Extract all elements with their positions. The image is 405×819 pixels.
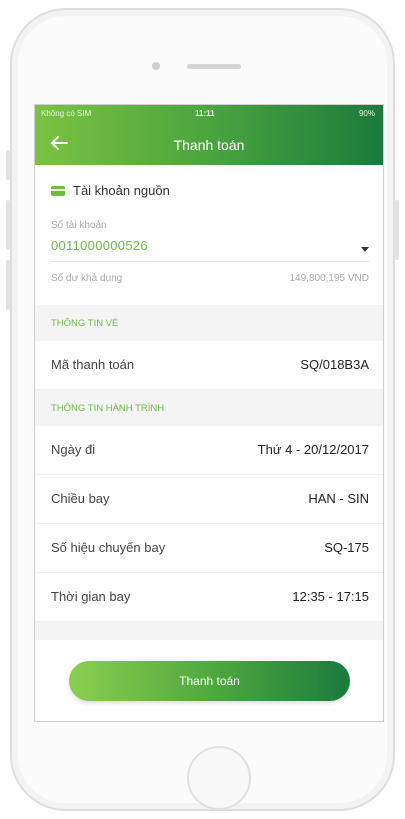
row-label: Thời gian bay	[51, 589, 131, 604]
section-gap	[35, 622, 383, 640]
power-button	[395, 200, 399, 260]
chevron-down-icon[interactable]	[361, 247, 369, 252]
flight-time-row: Thời gian bay 12:35 - 17:15	[35, 573, 383, 622]
card-icon	[51, 186, 65, 196]
row-label: Số hiệu chuyến bay	[51, 540, 166, 555]
balance-label: Số dư khả dụng	[51, 273, 123, 284]
app-screen: Không có SIM 11:11 90% Thanh toán Tài kh…	[34, 104, 384, 722]
flight-number-row: Số hiệu chuyến bay SQ-175	[35, 524, 383, 573]
row-label: Chiều bay	[51, 491, 110, 506]
payment-code-label: Mã thanh toán	[51, 357, 135, 372]
ticket-info-header: THÔNG TIN VÉ	[35, 305, 383, 341]
source-account-panel: Tài khoản nguồn Số tài khoản 00110000005…	[35, 165, 383, 305]
mute-switch	[6, 150, 10, 180]
row-value: HAN - SIN	[308, 491, 369, 506]
account-number-label: Số tài khoản	[51, 220, 107, 231]
page-title: Thanh toán	[173, 137, 245, 153]
app-header: Không có SIM 11:11 90% Thanh toán	[35, 105, 383, 165]
row-value: Thứ 4 - 20/12/2017	[257, 442, 369, 457]
volume-down-button	[6, 260, 10, 310]
payment-code-row: Mã thanh toán SQ/018B3A	[35, 341, 383, 390]
account-number-select[interactable]: 0011000000526	[51, 238, 148, 253]
source-account-title: Tài khoản nguồn	[73, 183, 170, 198]
front-camera	[152, 62, 160, 70]
row-value: 12:35 - 17:15	[292, 589, 369, 604]
pay-button[interactable]: Thanh toán	[69, 661, 350, 701]
earpiece-speaker	[187, 64, 241, 69]
home-button[interactable]	[187, 746, 251, 810]
ticket-info-title: THÔNG TIN VÉ	[51, 318, 119, 329]
payment-code-value: SQ/018B3A	[300, 357, 369, 372]
carrier-text: Không có SIM	[41, 109, 92, 118]
row-label: Ngày đi	[51, 442, 96, 457]
itinerary-title: THÔNG TIN HÀNH TRÌNH	[51, 403, 165, 414]
divider	[51, 261, 369, 262]
route-row: Chiều bay HAN - SIN	[35, 475, 383, 524]
payment-content: Tài khoản nguồn Số tài khoản 00110000005…	[35, 165, 383, 700]
departure-date-row: Ngày đi Thứ 4 - 20/12/2017	[35, 426, 383, 475]
volume-up-button	[6, 200, 10, 250]
battery-level: 90%	[358, 109, 375, 118]
itinerary-header: THÔNG TIN HÀNH TRÌNH	[35, 390, 383, 426]
row-value: SQ-175	[324, 540, 369, 555]
balance-value: 149,800,195 VND	[289, 273, 369, 284]
clock: 11:11	[195, 109, 215, 118]
